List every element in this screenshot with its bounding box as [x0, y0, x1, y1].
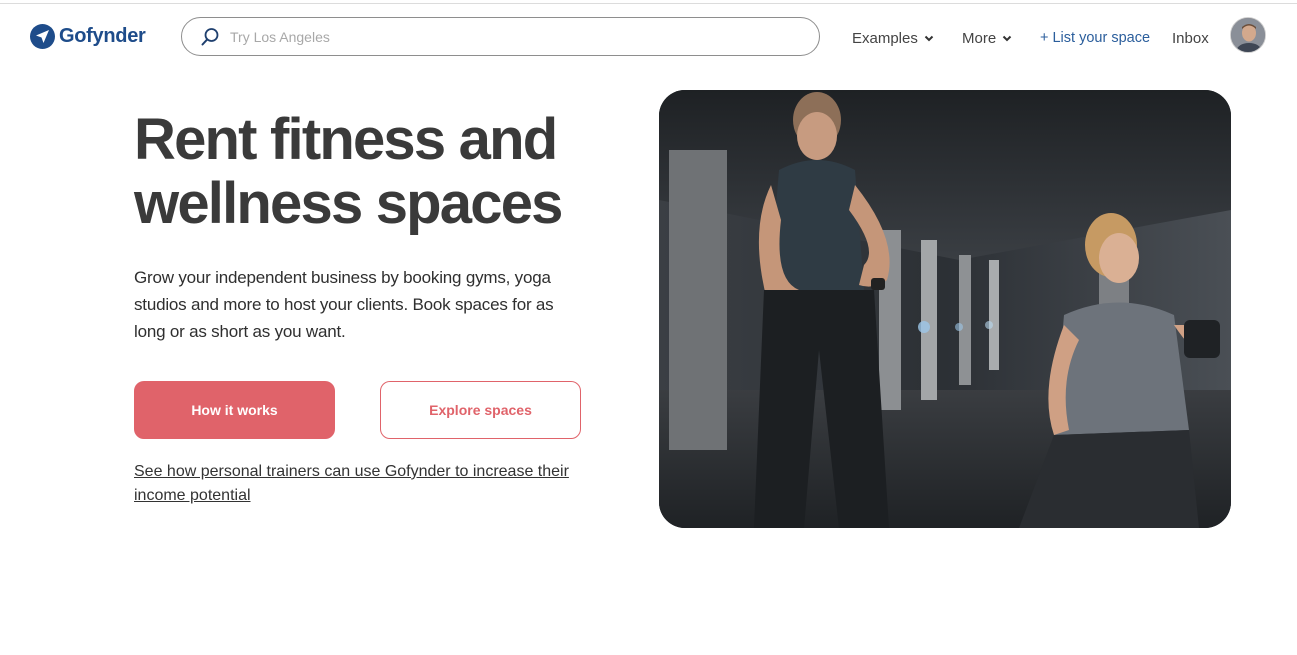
brand-name: Gofynder	[59, 24, 146, 47]
chevron-down-icon	[924, 35, 934, 41]
top-navbar: Gofynder Examples More + List your space…	[0, 4, 1297, 70]
search-input[interactable]	[228, 18, 808, 55]
nav-examples-label: Examples	[852, 29, 918, 47]
how-it-works-button[interactable]: How it works	[134, 381, 335, 439]
list-your-space-link[interactable]: + List your space	[1040, 28, 1150, 48]
explore-spaces-button[interactable]: Explore spaces	[380, 381, 581, 439]
brand-logo[interactable]: Gofynder	[30, 23, 146, 49]
user-avatar[interactable]	[1230, 17, 1266, 53]
hero-description: Grow your independent business by bookin…	[134, 268, 554, 341]
search-bar[interactable]	[181, 17, 820, 56]
nav-more-dropdown[interactable]: More	[962, 28, 1012, 48]
hero-title: Rent fitness and wellness spaces	[134, 107, 563, 236]
inbox-link[interactable]: Inbox	[1172, 28, 1209, 48]
personal-trainers-link[interactable]: See how personal trainers can use Gofynd…	[134, 460, 574, 508]
chevron-down-icon	[1002, 35, 1012, 41]
nav-more-label: More	[962, 29, 997, 47]
search-icon[interactable]	[200, 27, 220, 47]
paper-plane-icon	[30, 23, 55, 49]
hero-gym-photo	[659, 90, 1231, 528]
nav-examples-dropdown[interactable]: Examples	[852, 28, 934, 48]
